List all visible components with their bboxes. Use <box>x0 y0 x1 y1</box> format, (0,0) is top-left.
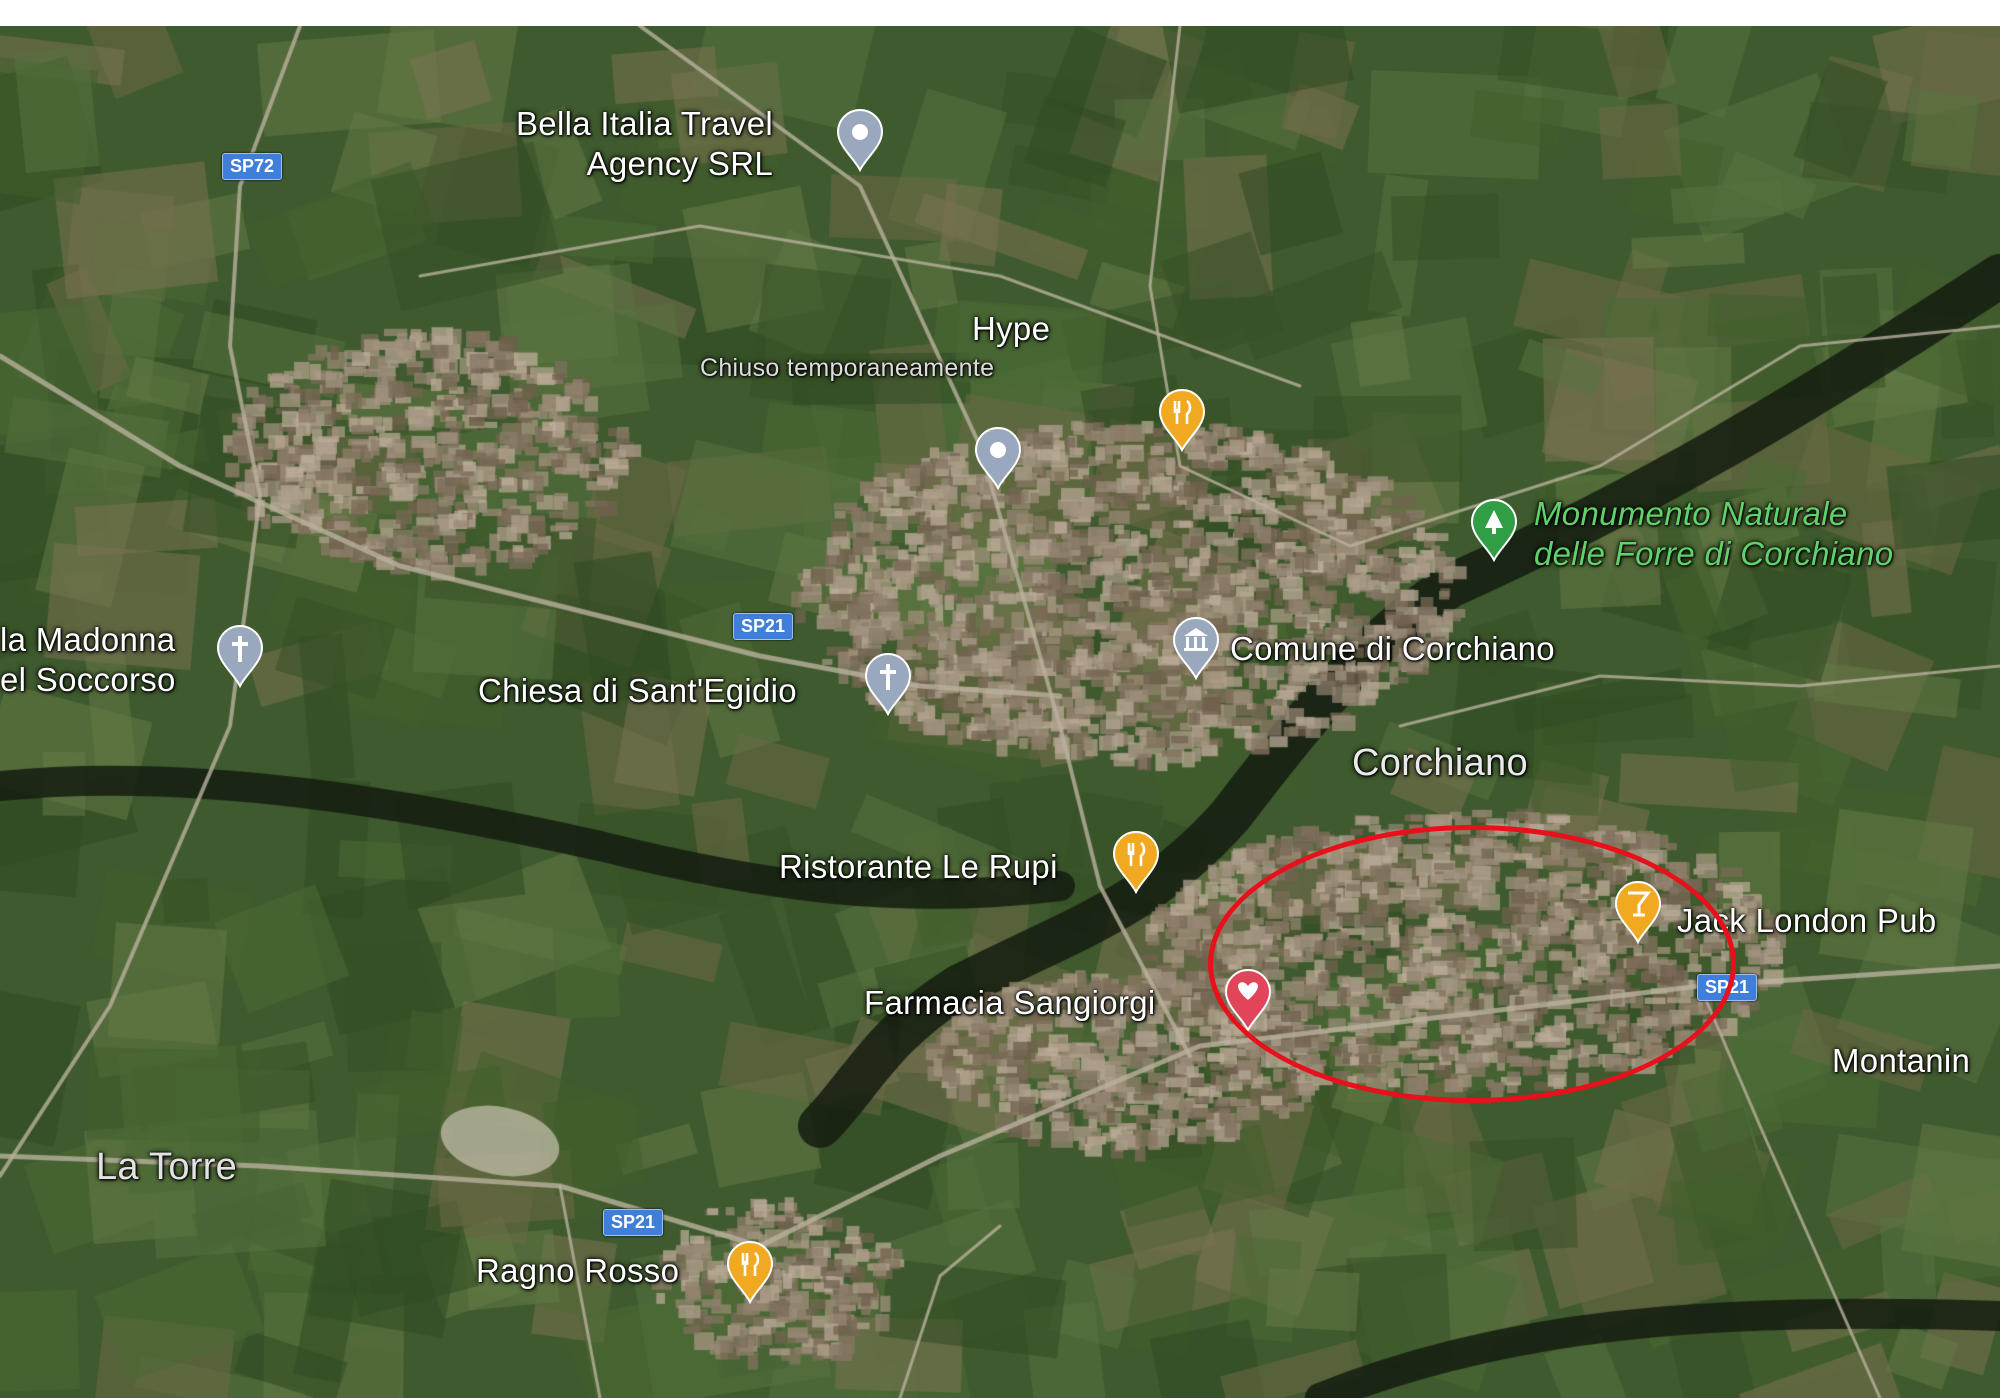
poi-label-monumento-naturale[interactable]: Monumento Naturale delle Forre di Corchia… <box>1534 494 1893 574</box>
road-shield-sp21-center: SP21 <box>733 613 794 640</box>
place-label-montanina: Montanin <box>1832 1042 1971 1079</box>
satellite-imagery <box>0 26 2000 1398</box>
poi-label-madonna-soccorso[interactable]: la Madonna el Soccorso <box>0 620 176 700</box>
satellite-map[interactable]: SP72 SP21 SP21 SP21 Bella Italia Travel A… <box>0 26 2000 1398</box>
church-icon[interactable] <box>214 624 266 688</box>
poi-label-farmacia-sangiorgi[interactable]: Farmacia Sangiorgi <box>864 984 1156 1022</box>
restaurant-icon[interactable] <box>724 1240 776 1304</box>
church-icon[interactable] <box>862 652 914 716</box>
poi-label-hype[interactable]: Hype <box>972 310 1050 348</box>
poi-label-ragno-rosso[interactable]: Ragno Rosso <box>476 1252 679 1290</box>
place-label-la-torre: La Torre <box>96 1146 238 1188</box>
government-building-icon[interactable] <box>1170 616 1222 680</box>
poi-label-ristorante-le-rupi[interactable]: Ristorante Le Rupi <box>779 848 1058 886</box>
restaurant-icon[interactable] <box>1110 830 1162 894</box>
road-shield-sp21-south: SP21 <box>603 1209 664 1236</box>
poi-status-hype: Chiuso temporaneamente <box>700 354 995 382</box>
place-label-corchiano: Corchiano <box>1352 742 1528 784</box>
place-pin-icon[interactable] <box>834 108 886 172</box>
poi-label-bella-italia[interactable]: Bella Italia Travel Agency SRL <box>516 104 773 184</box>
highlight-circle <box>1208 825 1736 1103</box>
restaurant-icon[interactable] <box>1156 388 1208 452</box>
park-icon[interactable] <box>1468 498 1520 562</box>
poi-label-comune[interactable]: Comune di Corchiano <box>1230 630 1555 668</box>
poi-label-chiesa-egidio[interactable]: Chiesa di Sant'Egidio <box>478 672 797 710</box>
road-shield-sp72: SP72 <box>222 153 283 180</box>
place-pin-icon[interactable] <box>972 426 1024 490</box>
